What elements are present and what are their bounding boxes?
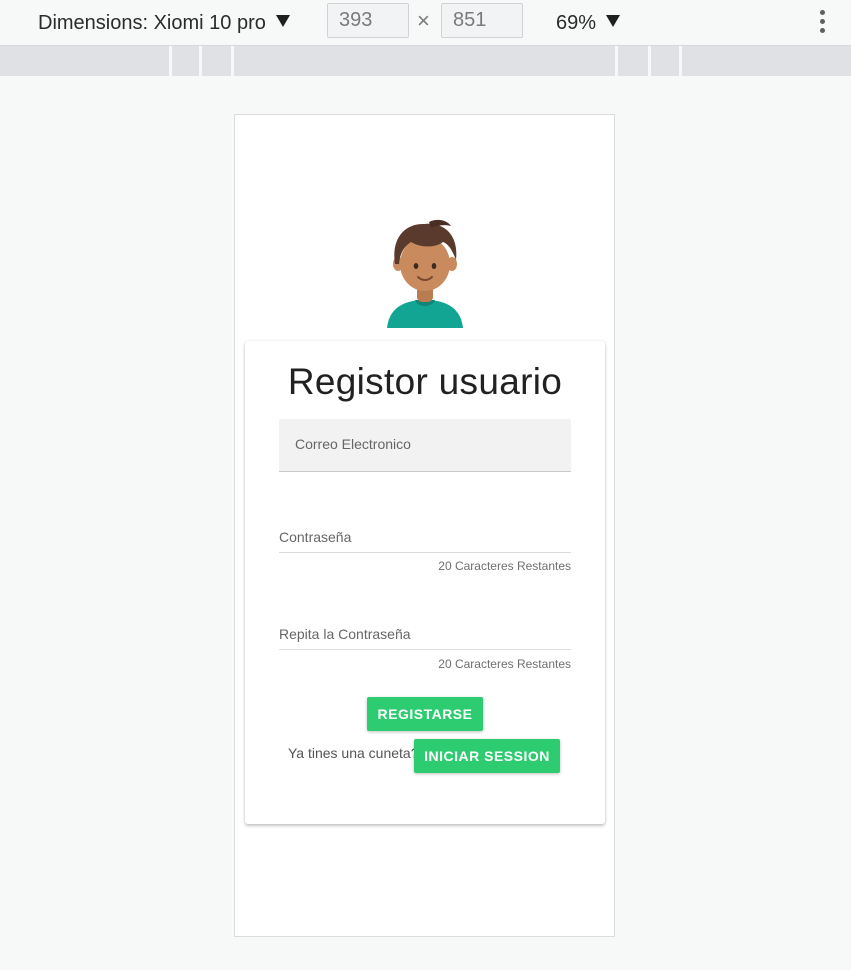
password-field-label: Contraseña: [279, 529, 352, 545]
password-char-counter: 20 Caracteres Restantes: [438, 559, 571, 573]
device-dimensions-label: Dimensions: Xiomi 10 pro: [38, 12, 266, 34]
ruler-separator: [648, 46, 651, 76]
email-field-label: Correo Electronico: [295, 436, 411, 452]
media-query-ruler[interactable]: [0, 46, 851, 76]
devtools-device-toolbar: Dimensions: Xiomi 10 pro 393 × 851 69%: [0, 0, 851, 46]
user-avatar-icon: [387, 219, 463, 328]
device-dimensions-dropdown[interactable]: Dimensions: Xiomi 10 pro: [38, 11, 290, 35]
register-button[interactable]: REGISTARSE: [367, 697, 483, 731]
ruler-separator: [231, 46, 234, 76]
more-vert-icon[interactable]: [816, 10, 828, 36]
register-card: Registor usuario Correo Electronico Cont…: [245, 341, 605, 824]
zoom-label: 69%: [556, 12, 597, 34]
caret-down-icon: [606, 15, 621, 27]
ruler-separator: [199, 46, 202, 76]
dimension-separator: ×: [417, 8, 430, 33]
account-prompt-text: Ya tines una cuneta?: [288, 745, 419, 761]
device-width-input[interactable]: 393: [327, 3, 409, 38]
email-field[interactable]: Correo Electronico: [279, 419, 571, 472]
device-viewport: Registor usuario Correo Electronico Cont…: [234, 114, 615, 937]
ruler-separator: [615, 46, 618, 76]
repeat-password-field[interactable]: Repita la Contraseña: [279, 610, 571, 650]
repeat-password-char-counter: 20 Caracteres Restantes: [438, 657, 571, 671]
ruler-separator: [169, 46, 172, 76]
login-button[interactable]: INICIAR SESSION: [414, 739, 560, 773]
ruler-separator: [679, 46, 682, 76]
device-height-input[interactable]: 851: [441, 3, 523, 38]
repeat-password-field-label: Repita la Contraseña: [279, 626, 411, 642]
page-title: Registor usuario: [287, 361, 563, 402]
zoom-dropdown[interactable]: 69%: [556, 11, 621, 35]
password-field[interactable]: Contraseña: [279, 513, 571, 553]
caret-down-icon: [275, 15, 290, 27]
